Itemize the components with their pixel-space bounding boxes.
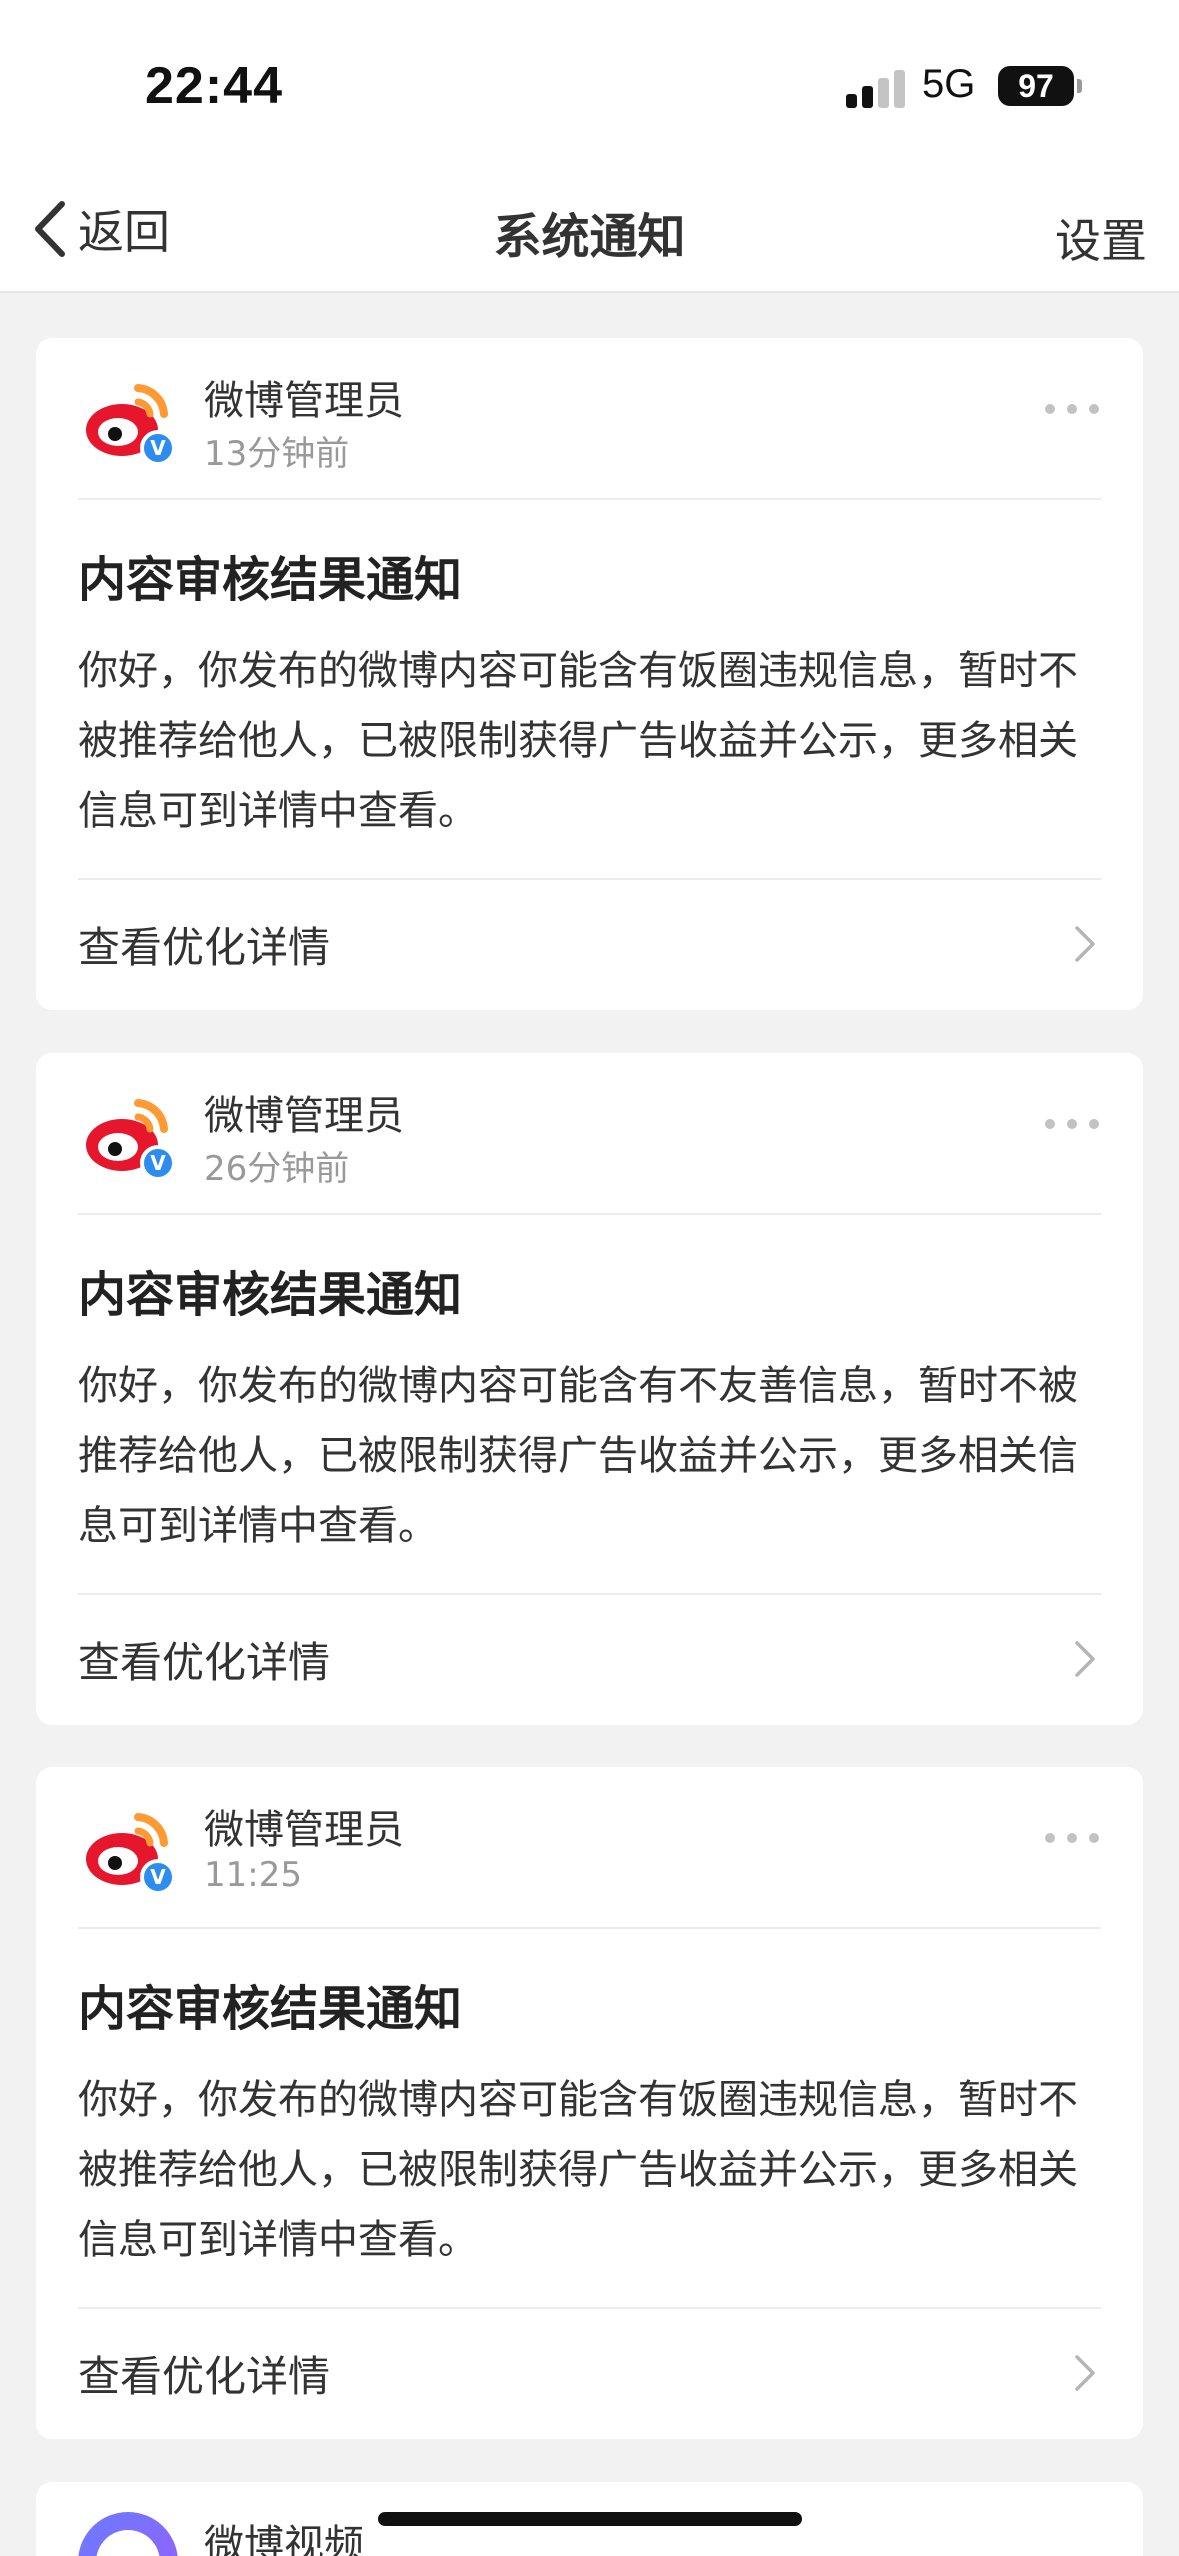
sender-name[interactable]: 微博管理员 xyxy=(204,368,404,426)
status-time: 22:44 xyxy=(145,57,283,115)
notice-title: 内容审核结果通知 xyxy=(78,1981,463,2037)
timestamp: 11:25 xyxy=(204,1855,302,1895)
view-details-link[interactable]: 查看优化详情 xyxy=(36,1593,1143,1725)
chevron-right-icon xyxy=(1075,1641,1095,1677)
verified-badge-icon: V xyxy=(140,1859,176,1895)
sender-name[interactable]: 微博管理员 xyxy=(204,1083,404,1141)
notification-card: V 微博管理员 13分钟前 内容审核结果通知 你好，你发布的微博内容可能含有饭圈… xyxy=(36,338,1143,1010)
verified-badge-icon: V xyxy=(140,430,176,466)
notification-card: V 微博管理员 11:25 内容审核结果通知 你好，你发布的微博内容可能含有饭圈… xyxy=(36,1767,1143,2439)
battery-icon: 97 xyxy=(998,66,1074,106)
divider xyxy=(78,1213,1101,1215)
timestamp: 26分钟前 xyxy=(204,1149,350,1189)
notice-body: 你好，你发布的微博内容可能含有不友善信息，暂时不被推荐给他人，已被限制获得广告收… xyxy=(78,1363,1078,1549)
notice-title: 内容审核结果通知 xyxy=(78,552,463,608)
sender-name[interactable]: 微博视频 xyxy=(204,2512,364,2556)
notice-title: 内容审核结果通知 xyxy=(78,1267,463,1323)
weibo-video-avatar-icon[interactable] xyxy=(78,2512,178,2556)
chevron-right-icon xyxy=(1075,926,1095,962)
timestamp: 13分钟前 xyxy=(204,434,350,474)
network-type: 5G xyxy=(922,62,976,106)
page-title: 系统通知 xyxy=(493,209,686,265)
more-dots-icon[interactable] xyxy=(1045,1829,1101,1845)
chevron-right-icon xyxy=(1075,2355,1095,2391)
settings-button[interactable]: 设置 xyxy=(1055,205,1147,271)
cellular-signal-icon xyxy=(846,68,906,108)
notice-body: 你好，你发布的微博内容可能含有饭圈违规信息，暂时不被推荐给他人，已被限制获得广告… xyxy=(78,648,1078,834)
view-details-label: 查看优化详情 xyxy=(78,2352,331,2401)
more-dots-icon[interactable] xyxy=(1045,1115,1101,1131)
divider xyxy=(78,498,1101,500)
nav-bar: 返回 系统通知 设置 xyxy=(0,165,1179,293)
verified-badge-icon: V xyxy=(140,1145,176,1181)
status-bar: 22:44 5G 97 xyxy=(0,0,1179,165)
view-details-link[interactable]: 查看优化详情 xyxy=(36,878,1143,1010)
view-details-label: 查看优化详情 xyxy=(78,1638,331,1687)
view-details-label: 查看优化详情 xyxy=(78,923,331,972)
view-details-link[interactable]: 查看优化详情 xyxy=(36,2307,1143,2439)
notice-body: 你好，你发布的微博内容可能含有饭圈违规信息，暂时不被推荐给他人，已被限制获得广告… xyxy=(78,2077,1078,2263)
divider xyxy=(78,1927,1101,1929)
sender-name[interactable]: 微博管理员 xyxy=(204,1797,404,1855)
battery-tip xyxy=(1077,79,1082,93)
notification-card: V 微博管理员 26分钟前 内容审核结果通知 你好，你发布的微博内容可能含有不友… xyxy=(36,1053,1143,1725)
more-dots-icon[interactable] xyxy=(1045,400,1101,416)
home-indicator[interactable] xyxy=(378,2512,802,2526)
